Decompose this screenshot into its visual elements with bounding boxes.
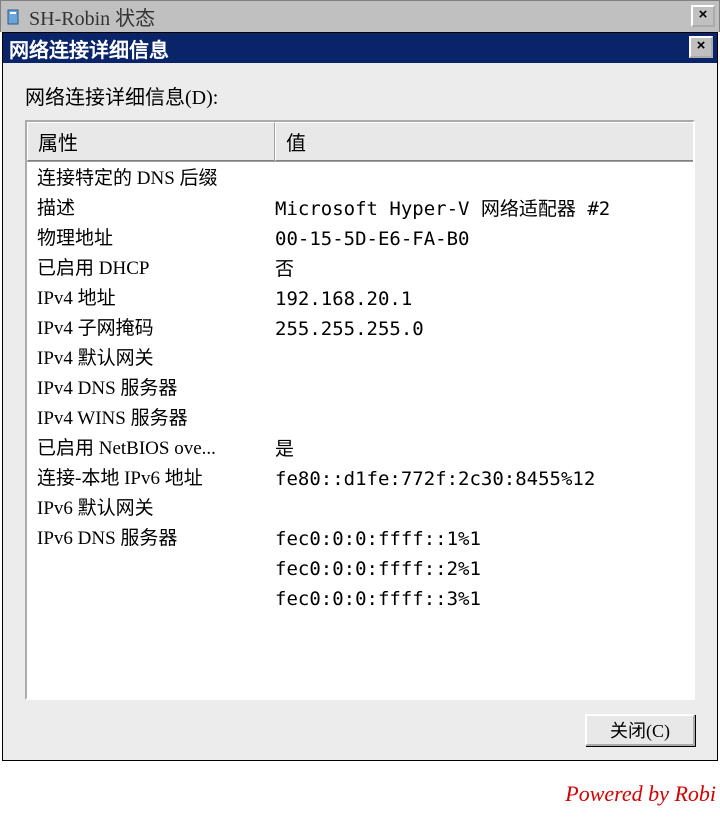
listview-header: 属性 值 bbox=[27, 122, 693, 162]
value-cell: 192.168.20.1 bbox=[275, 284, 683, 314]
value-cell: 否 bbox=[275, 254, 683, 284]
parent-window-titlebar: SH-Robin 状态 × bbox=[0, 0, 720, 32]
listview-body: 连接特定的 DNS 后缀描述Microsoft Hyper-V 网络适配器 #2… bbox=[27, 162, 693, 616]
property-cell: IPv4 地址 bbox=[37, 284, 275, 314]
app-icon bbox=[5, 8, 23, 26]
column-header-value[interactable]: 值 bbox=[275, 122, 693, 161]
value-cell: Microsoft Hyper-V 网络适配器 #2 bbox=[275, 194, 683, 224]
value-cell: fe80::d1fe:772f:2c30:8455%12 bbox=[275, 464, 683, 494]
value-cell bbox=[275, 374, 683, 404]
list-row[interactable]: 物理地址00-15-5D-E6-FA-B0 bbox=[27, 224, 693, 254]
value-cell: 是 bbox=[275, 434, 683, 464]
property-cell bbox=[37, 554, 275, 584]
list-row[interactable]: fec0:0:0:ffff::2%1 bbox=[27, 554, 693, 584]
dialog-button-row: 关闭(C) bbox=[25, 714, 695, 746]
value-cell bbox=[275, 404, 683, 434]
value-cell: fec0:0:0:ffff::1%1 bbox=[275, 524, 683, 554]
property-cell: 连接-本地 IPv6 地址 bbox=[37, 464, 275, 494]
property-cell: 已启用 DHCP bbox=[37, 254, 275, 284]
parent-window-title: SH-Robin 状态 bbox=[29, 2, 155, 31]
details-listview[interactable]: 属性 值 连接特定的 DNS 后缀描述Microsoft Hyper-V 网络适… bbox=[25, 120, 695, 700]
value-cell bbox=[275, 494, 683, 524]
property-cell: 物理地址 bbox=[37, 224, 275, 254]
value-cell bbox=[275, 344, 683, 374]
network-details-dialog: 网络连接详细信息 × 网络连接详细信息(D): 属性 值 连接特定的 DNS 后… bbox=[2, 32, 718, 761]
property-cell: 描述 bbox=[37, 194, 275, 224]
dialog-body: 网络连接详细信息(D): 属性 值 连接特定的 DNS 后缀描述Microsof… bbox=[3, 63, 717, 760]
list-row[interactable]: IPv4 默认网关 bbox=[27, 344, 693, 374]
dialog-titlebar: 网络连接详细信息 × bbox=[3, 33, 717, 63]
property-cell: IPv4 DNS 服务器 bbox=[37, 374, 275, 404]
list-row[interactable]: 已启用 DHCP否 bbox=[27, 254, 693, 284]
property-cell: 已启用 NetBIOS ove... bbox=[37, 434, 275, 464]
value-cell: 00-15-5D-E6-FA-B0 bbox=[275, 224, 683, 254]
list-row[interactable]: IPv4 WINS 服务器 bbox=[27, 404, 693, 434]
dialog-close-button[interactable]: × bbox=[689, 36, 713, 58]
column-header-property[interactable]: 属性 bbox=[27, 122, 275, 161]
list-row[interactable]: 连接特定的 DNS 后缀 bbox=[27, 164, 693, 194]
property-cell bbox=[37, 584, 275, 614]
parent-close-button[interactable]: × bbox=[691, 5, 715, 27]
value-cell: fec0:0:0:ffff::2%1 bbox=[275, 554, 683, 584]
list-row[interactable]: IPv4 子网掩码255.255.255.0 bbox=[27, 314, 693, 344]
list-row[interactable]: IPv6 默认网关 bbox=[27, 494, 693, 524]
property-cell: IPv6 默认网关 bbox=[37, 494, 275, 524]
list-row[interactable]: 连接-本地 IPv6 地址fe80::d1fe:772f:2c30:8455%1… bbox=[27, 464, 693, 494]
list-row[interactable]: fec0:0:0:ffff::3%1 bbox=[27, 584, 693, 614]
value-cell bbox=[275, 164, 683, 194]
value-cell: 255.255.255.0 bbox=[275, 314, 683, 344]
value-cell: fec0:0:0:ffff::3%1 bbox=[275, 584, 683, 614]
watermark-text: Powered by Robi bbox=[565, 781, 716, 807]
property-cell: IPv4 WINS 服务器 bbox=[37, 404, 275, 434]
list-row[interactable]: IPv4 DNS 服务器 bbox=[27, 374, 693, 404]
property-cell: IPv6 DNS 服务器 bbox=[37, 524, 275, 554]
property-cell: IPv4 默认网关 bbox=[37, 344, 275, 374]
dialog-title: 网络连接详细信息 bbox=[9, 34, 169, 63]
property-cell: IPv4 子网掩码 bbox=[37, 314, 275, 344]
list-row[interactable]: IPv6 DNS 服务器fec0:0:0:ffff::1%1 bbox=[27, 524, 693, 554]
details-label: 网络连接详细信息(D): bbox=[25, 81, 695, 110]
list-row[interactable]: IPv4 地址192.168.20.1 bbox=[27, 284, 693, 314]
property-cell: 连接特定的 DNS 后缀 bbox=[37, 164, 275, 194]
close-button[interactable]: 关闭(C) bbox=[585, 714, 695, 746]
list-row[interactable]: 已启用 NetBIOS ove...是 bbox=[27, 434, 693, 464]
list-row[interactable]: 描述Microsoft Hyper-V 网络适配器 #2 bbox=[27, 194, 693, 224]
